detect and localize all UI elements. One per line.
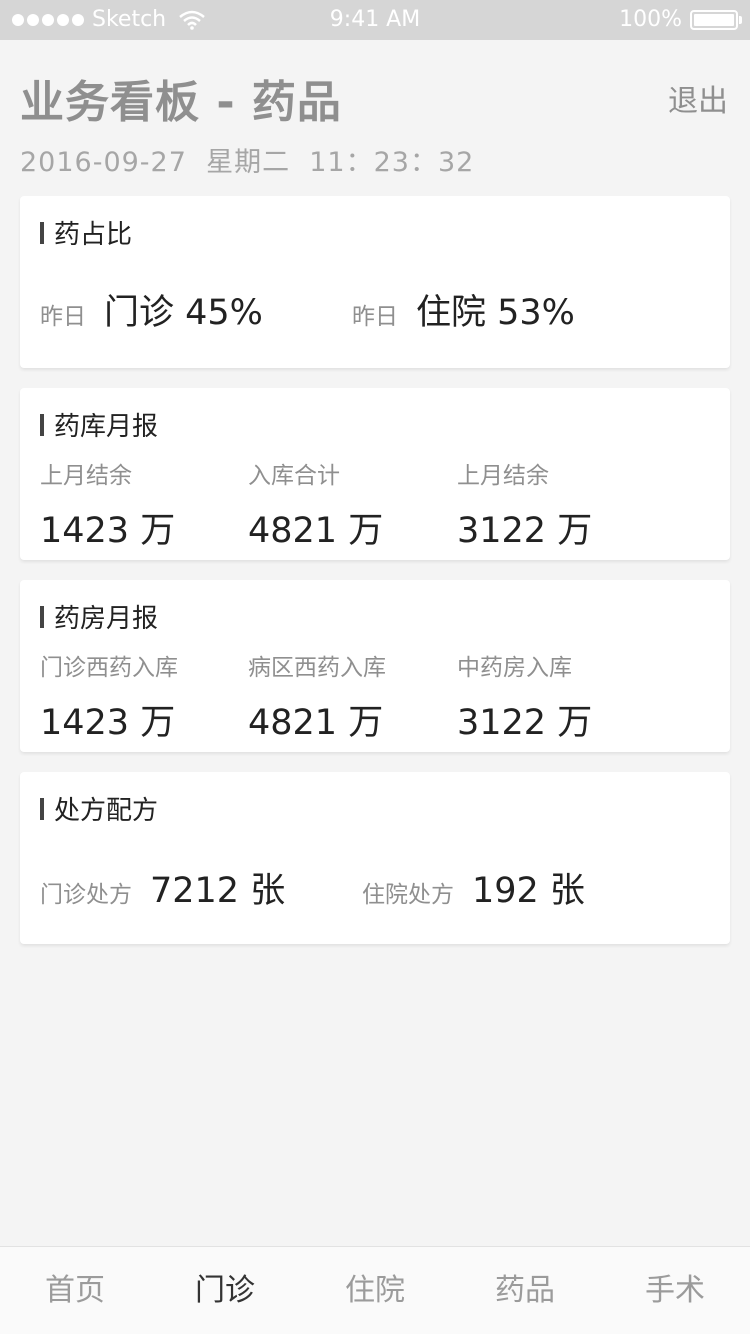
status-right: 100% (619, 7, 742, 32)
tab-drugs[interactable]: 药品 (450, 1247, 600, 1334)
warehouse-stat: 入库合计 4821 万 (248, 456, 383, 553)
stat-value: 4821 万 (248, 703, 384, 743)
prescription-label: 住院处方 (362, 882, 454, 908)
tab-bar: 首页 门诊 住院 药品 手术 (0, 1246, 750, 1334)
card-title-text: 药库月报 (54, 412, 159, 442)
inpatient-prescriptions: 住院处方 192 张 (362, 862, 585, 913)
pharmacy-stat: 门诊西药入库 1423 万 (40, 648, 178, 745)
pharmacy-stat: 中药房入库 3122 万 (457, 648, 592, 745)
card-title: 药库月报 (40, 406, 158, 443)
stat-value: 4821 万 (248, 511, 384, 551)
prescription-value: 192 张 (472, 871, 585, 911)
prescription-value: 7212 张 (150, 871, 286, 911)
status-bar: Sketch 9:41 AM 100% (0, 0, 750, 40)
outpatient-prescriptions: 门诊处方 7212 张 (40, 862, 285, 913)
card-drug-ratio[interactable]: 药占比 昨日 门诊 45% 昨日 住院 53% (20, 196, 730, 368)
card-title: 药房月报 (40, 598, 158, 635)
card-title-text: 处方配方 (54, 796, 159, 826)
warehouse-stat: 上月结余 3122 万 (457, 456, 592, 553)
ratio-value: 门诊 45% (104, 293, 263, 333)
card-pharmacy-monthly[interactable]: 药房月报 门诊西药入库 1423 万 病区西药入库 4821 万 中药房入库 3… (20, 580, 730, 752)
prescription-label: 门诊处方 (40, 882, 132, 908)
datetime: 2016-09-27 星期二 11：23：32 (20, 147, 475, 178)
title-marker (40, 413, 44, 436)
tab-outpatient[interactable]: 门诊 (150, 1247, 300, 1334)
stat-label: 中药房入库 (457, 655, 572, 681)
card-title-text: 药房月报 (54, 604, 159, 634)
pharmacy-stat: 病区西药入库 4821 万 (248, 648, 386, 745)
warehouse-stat: 上月结余 1423 万 (40, 456, 175, 553)
stat-label: 入库合计 (248, 463, 340, 489)
battery-percent: 100% (619, 7, 682, 32)
stat-label: 门诊西药入库 (40, 655, 178, 681)
stat-value: 3122 万 (457, 511, 593, 551)
tab-home[interactable]: 首页 (0, 1247, 150, 1334)
outpatient-ratio: 昨日 门诊 45% (40, 284, 263, 335)
card-title-text: 药占比 (54, 220, 133, 250)
card-title: 药占比 (40, 214, 132, 251)
stat-label: 上月结余 (457, 463, 549, 489)
ratio-label: 昨日 (40, 304, 86, 330)
tab-surgery[interactable]: 手术 (600, 1247, 750, 1334)
title-marker (40, 605, 44, 628)
card-title: 处方配方 (40, 790, 158, 827)
ratio-value: 住院 53% (416, 293, 575, 333)
inpatient-ratio: 昨日 住院 53% (352, 284, 575, 335)
title-marker (40, 221, 44, 244)
stat-label: 病区西药入库 (248, 655, 386, 681)
battery-icon (690, 9, 742, 30)
stat-value: 1423 万 (40, 511, 176, 551)
stat-value: 1423 万 (40, 703, 176, 743)
ratio-label: 昨日 (352, 304, 398, 330)
title-marker (40, 797, 44, 820)
card-warehouse-monthly[interactable]: 药库月报 上月结余 1423 万 入库合计 4821 万 上月结余 3122 万 (20, 388, 730, 560)
page-title: 业务看板 - 药品 (20, 77, 342, 128)
stat-value: 3122 万 (457, 703, 593, 743)
logout-button[interactable]: 退出 (668, 76, 728, 120)
tab-inpatient[interactable]: 住院 (300, 1247, 450, 1334)
card-prescriptions[interactable]: 处方配方 门诊处方 7212 张 住院处方 192 张 (20, 772, 730, 944)
stat-label: 上月结余 (40, 463, 132, 489)
